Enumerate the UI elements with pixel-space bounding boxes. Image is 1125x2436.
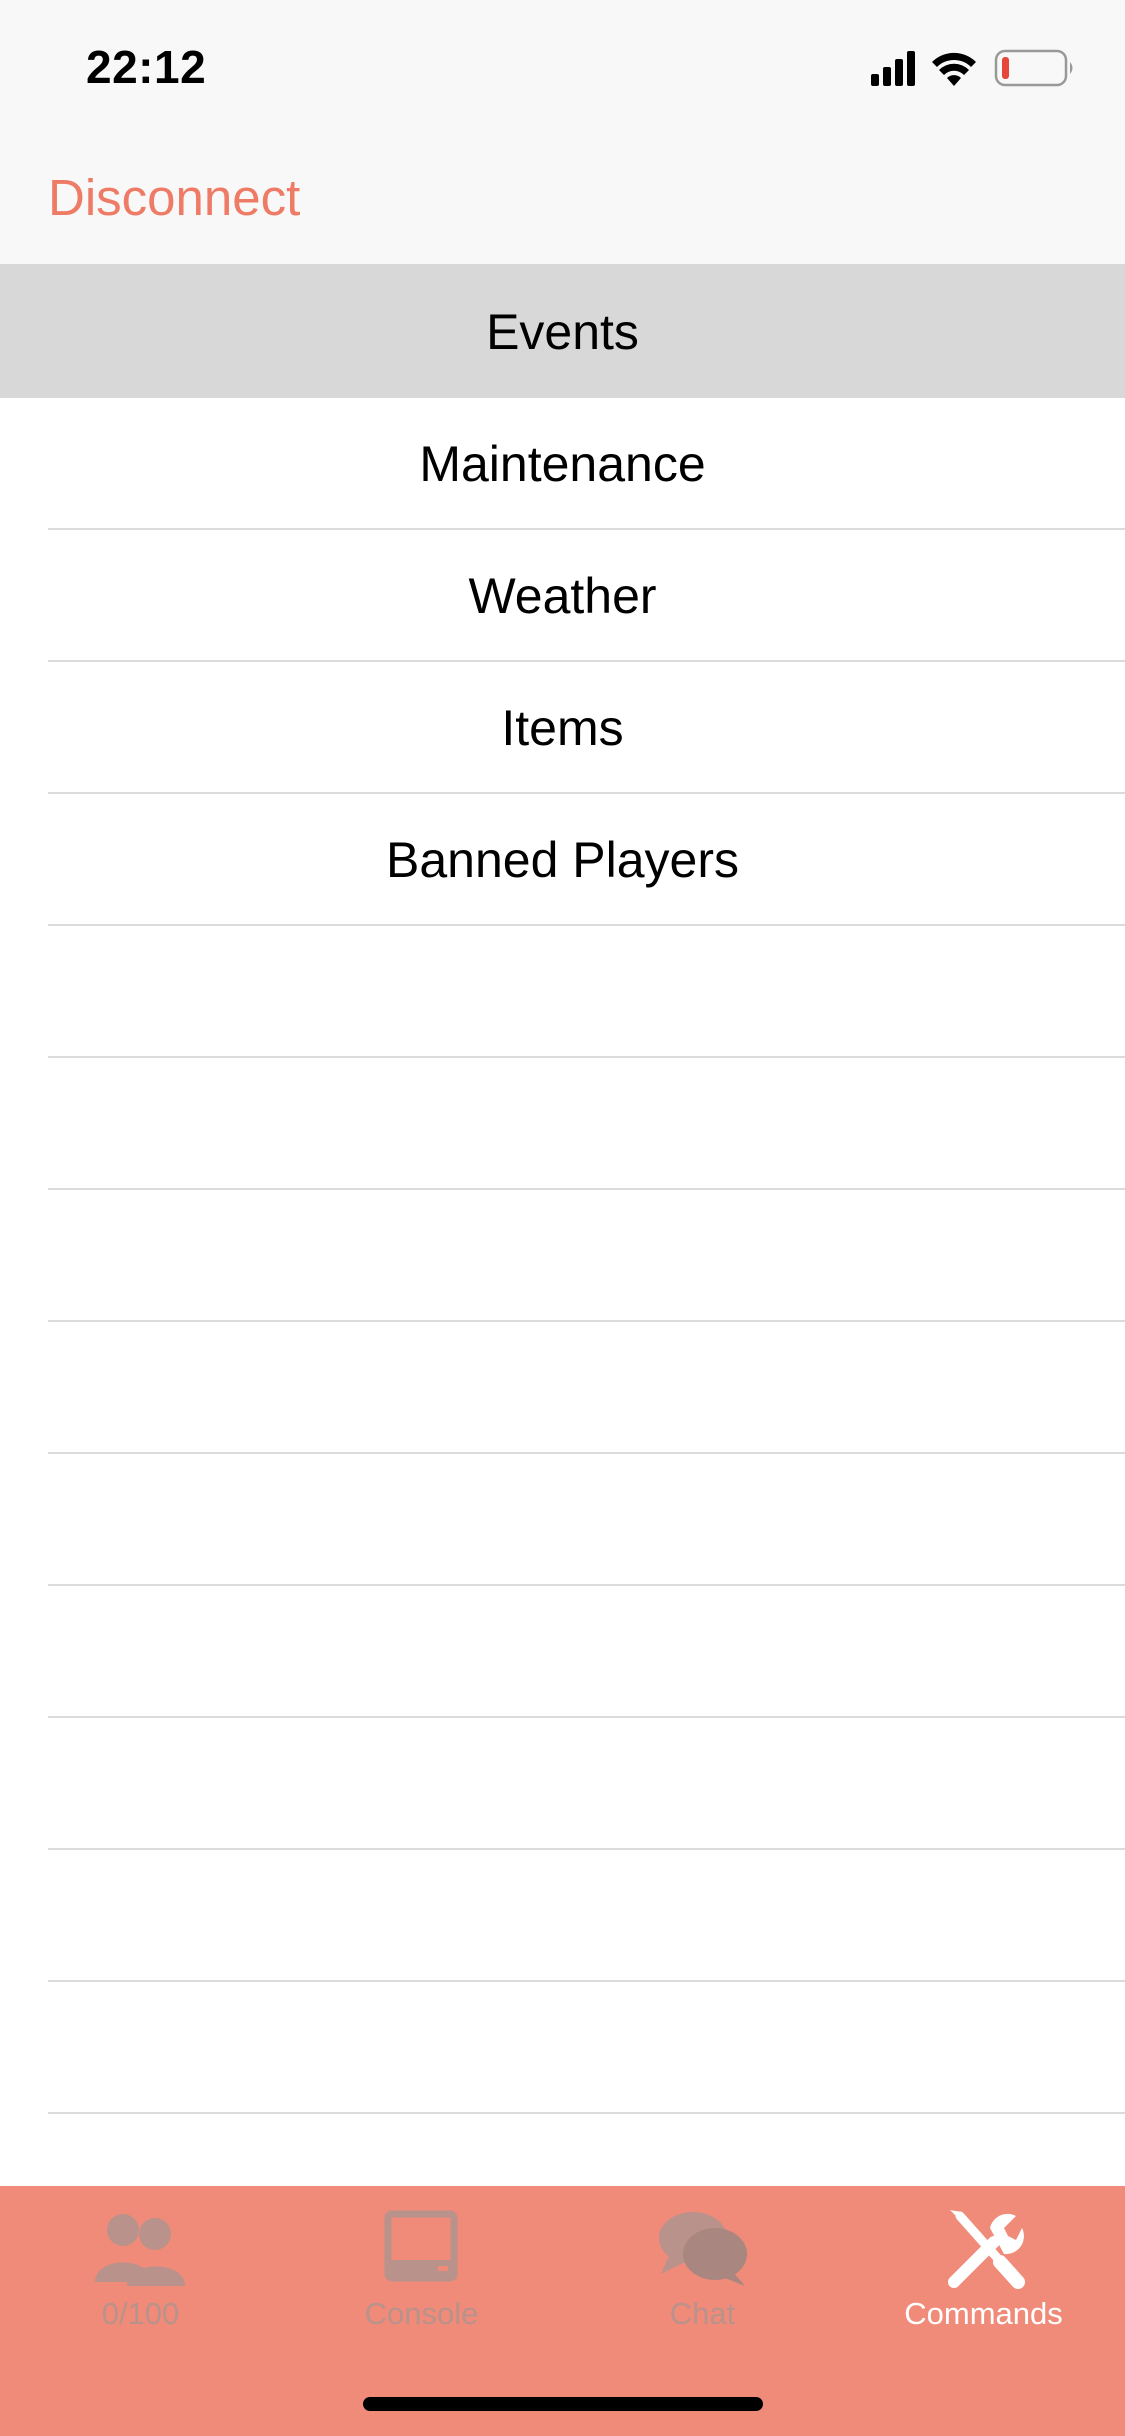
- chat-icon: [653, 2206, 753, 2290]
- table-row-banned-players[interactable]: Banned Players: [0, 794, 1125, 926]
- tab-console-label: Console: [364, 2296, 479, 2331]
- players-icon: [91, 2206, 191, 2290]
- tab-players-label: 0/100: [101, 2296, 180, 2331]
- wifi-icon: [932, 52, 976, 86]
- disconnect-button[interactable]: Disconnect: [48, 168, 300, 227]
- table-row-maintenance[interactable]: Maintenance: [0, 398, 1125, 530]
- table-row-weather[interactable]: Weather: [0, 530, 1125, 662]
- table-row-empty: [0, 1982, 1125, 2114]
- tab-bar: 0/100 Console Chat Commands: [0, 2186, 1125, 2436]
- tab-chat[interactable]: Chat: [562, 2206, 843, 2356]
- row-label: Items: [501, 700, 624, 756]
- home-indicator[interactable]: [363, 2397, 763, 2411]
- table-row-empty: [0, 1454, 1125, 1586]
- table-row-empty: [0, 1058, 1125, 1190]
- table-row-empty: [0, 1718, 1125, 1850]
- row-label: Maintenance: [419, 436, 706, 492]
- table-row-items[interactable]: Items: [0, 662, 1125, 794]
- battery-low-icon: [994, 49, 1073, 87]
- tab-commands[interactable]: Commands: [843, 2206, 1124, 2356]
- top-bar: 22:12 Disconnect: [0, 0, 1125, 265]
- tab-commands-label: Commands: [904, 2296, 1063, 2331]
- table-row-empty: [0, 1190, 1125, 1322]
- tab-chat-label: Chat: [669, 2296, 736, 2331]
- row-label: Banned Players: [385, 832, 739, 888]
- status-time: 22:12: [86, 41, 207, 93]
- tab-players[interactable]: 0/100: [0, 2206, 281, 2356]
- table-row-empty: [0, 1850, 1125, 1982]
- app-screen: 22:12 Disconnect Events Maintenance Weat…: [0, 0, 1125, 2436]
- wrench-screwdriver-icon: [934, 2206, 1034, 2290]
- status-icons: [871, 48, 1081, 88]
- table-row-empty: [0, 1586, 1125, 1718]
- section-header-events: Events: [0, 265, 1125, 398]
- table-row-empty: [0, 926, 1125, 1058]
- row-label: Weather: [468, 568, 657, 624]
- section-title: Events: [486, 303, 639, 360]
- tab-console[interactable]: Console: [281, 2206, 562, 2356]
- commands-table: Maintenance Weather Items Banned Players: [0, 398, 1125, 2114]
- table-row-empty: [0, 1322, 1125, 1454]
- console-icon: [372, 2206, 472, 2290]
- signal-icon: [871, 51, 915, 86]
